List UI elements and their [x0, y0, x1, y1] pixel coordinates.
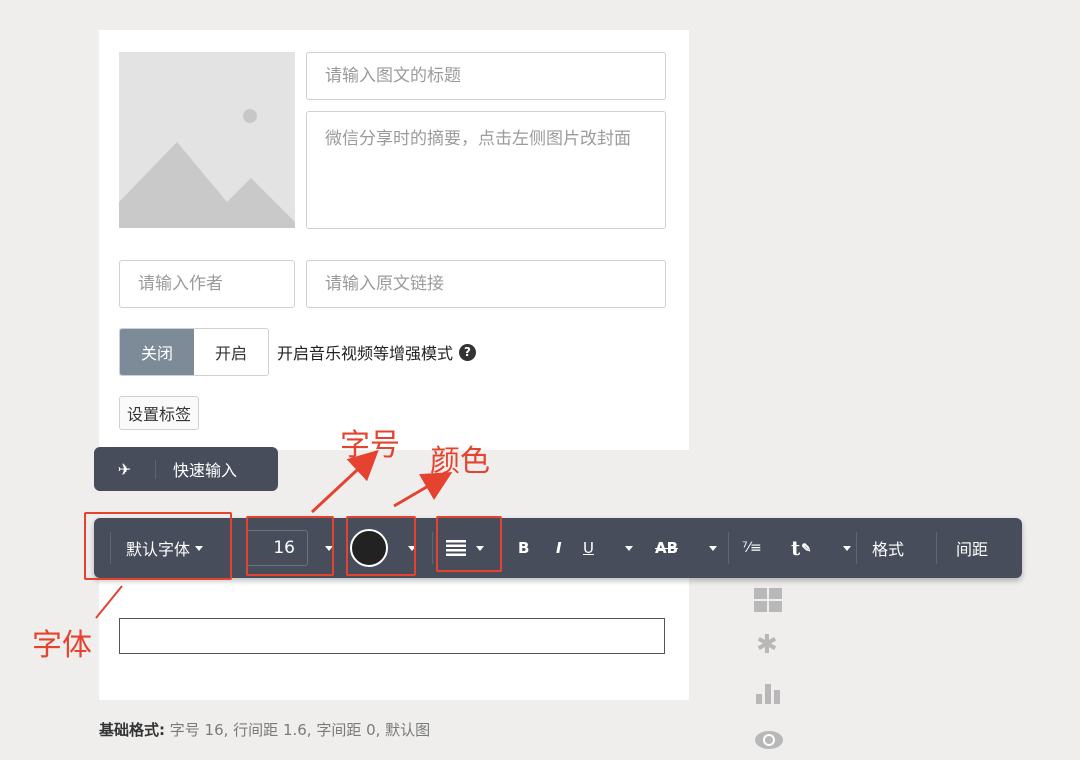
- annotation-font: 字体: [32, 628, 92, 663]
- annotation-arrows: [95, 449, 453, 619]
- eye-icon[interactable]: [754, 730, 784, 750]
- annotation-size: 字号: [340, 428, 400, 463]
- bar-chart-icon[interactable]: [754, 680, 784, 704]
- basic-format-info: 基础格式: 字号 16, 行间距 1.6, 字间距 0, 默认图: [99, 719, 430, 740]
- basic-format-value: 字号 16, 行间距 1.6, 字间距 0, 默认图: [169, 721, 431, 739]
- grid-icon[interactable]: [754, 588, 784, 614]
- annotation-color: 颜色: [430, 444, 490, 479]
- basic-format-label: 基础格式:: [99, 721, 165, 739]
- asterisk-icon[interactable]: ✱: [756, 630, 778, 660]
